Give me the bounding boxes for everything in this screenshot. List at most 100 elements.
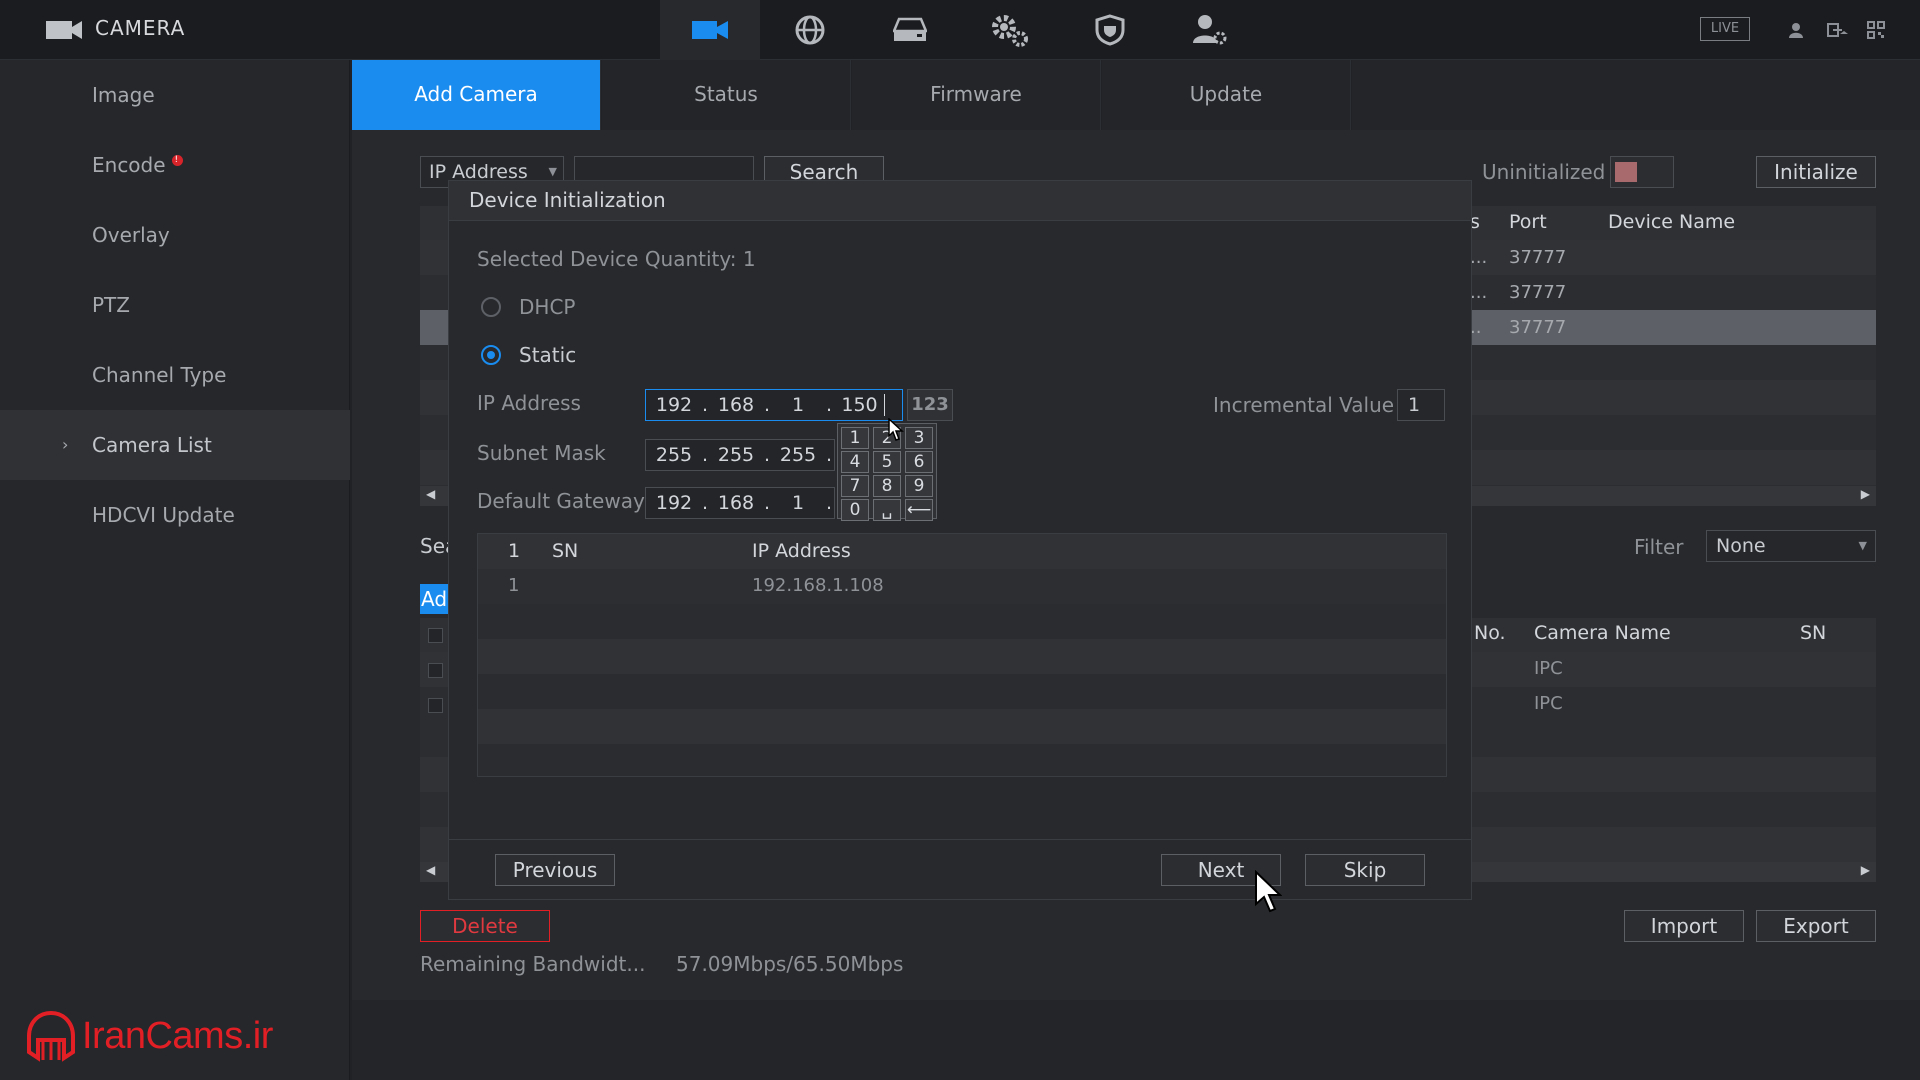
nav-account-icon[interactable] <box>1160 0 1260 60</box>
sidebar-item-channel-type[interactable]: Channel Type <box>0 340 350 410</box>
mouse-cursor-icon <box>1255 870 1282 913</box>
import-button[interactable]: Import <box>1624 910 1744 942</box>
cell-index: 1 <box>508 575 520 596</box>
nav-security-icon[interactable] <box>1060 0 1160 60</box>
table-row[interactable] <box>478 569 1446 604</box>
add-button[interactable]: Ad <box>420 584 450 614</box>
table-row <box>478 709 1446 744</box>
default-gateway-input[interactable]: 192. 168. 1. <box>645 487 835 519</box>
uninitialized-toggle[interactable] <box>1610 156 1674 188</box>
column-header-camera-name: Camera Name <box>1534 622 1671 644</box>
brand-helmet-icon <box>27 1010 75 1062</box>
tab-status[interactable]: Status <box>602 60 851 130</box>
column-header-device-name: Device Name <box>1608 211 1736 233</box>
initialize-button[interactable]: Initialize <box>1756 156 1876 188</box>
sidebar-item-overlay[interactable]: Overlay <box>0 200 350 270</box>
mouse-cursor-icon <box>888 418 904 441</box>
device-initialization-dialog: Device Initialization Selected Device Qu… <box>448 180 1472 900</box>
dialog-title: Device Initialization <box>449 181 1471 221</box>
incremental-value-input[interactable]: 1 <box>1397 389 1445 421</box>
filter-value: None <box>1716 535 1766 557</box>
key-8[interactable]: 8 <box>873 475 901 497</box>
tab-update[interactable]: Update <box>1102 60 1351 130</box>
sidebar: Image Encode Overlay PTZ Channel Type › C… <box>0 60 350 1080</box>
backspace-key-icon[interactable]: ⟵ <box>905 499 933 521</box>
dhcp-radio[interactable] <box>481 297 501 317</box>
column-header-ip-address: IP Address <box>752 540 851 562</box>
uninitialized-label: Uninitialized <box>1482 160 1606 184</box>
selected-quantity: Selected Device Quantity: 1 <box>477 247 756 271</box>
nav-storage-icon[interactable] <box>860 0 960 60</box>
bottom-strip <box>352 1000 1920 1080</box>
cell-port: 37777 <box>1509 247 1567 268</box>
key-5[interactable]: 5 <box>873 451 901 473</box>
nav-network-icon[interactable] <box>760 0 860 60</box>
scroll-left-icon[interactable]: ◀ <box>426 863 435 877</box>
cell-truncated: ... <box>1470 282 1488 303</box>
incremental-value-label: Incremental Value <box>1213 393 1395 417</box>
key-4[interactable]: 4 <box>841 451 869 473</box>
selected-table-header <box>478 534 1446 569</box>
table-row <box>478 639 1446 674</box>
bandwidth-label: Remaining Bandwidt... <box>420 952 646 976</box>
subnet-octet-3: 255 <box>779 444 817 466</box>
tab-add-camera[interactable]: Add Camera <box>352 60 601 130</box>
selected-device-table: 1 SN IP Address 1 192.168.1.108 <box>477 533 1447 777</box>
static-radio[interactable] <box>481 345 501 365</box>
previous-button[interactable]: Previous <box>495 854 615 886</box>
user-icon[interactable] <box>1784 18 1808 42</box>
sidebar-item-label: HDCVI Update <box>92 503 235 527</box>
ip-octet-1: 192 <box>655 394 693 416</box>
row-checkbox[interactable] <box>428 663 443 678</box>
subnet-mask-input[interactable]: 255. 255. 255. <box>645 439 835 471</box>
space-key-icon[interactable]: ␣ <box>873 499 901 521</box>
camera-logo-icon <box>46 21 82 39</box>
ip-address-input[interactable]: 192. 168. 1. 150 <box>645 389 903 421</box>
nav-settings-icon[interactable] <box>960 0 1060 60</box>
key-9[interactable]: 9 <box>905 475 933 497</box>
qr-code-icon[interactable] <box>1864 18 1888 42</box>
tab-firmware[interactable]: Firmware <box>852 60 1101 130</box>
row-checkbox[interactable] <box>428 698 443 713</box>
ip-octet-3: 1 <box>791 394 805 416</box>
subnet-mask-label: Subnet Mask <box>477 441 606 465</box>
key-1[interactable]: 1 <box>841 427 869 449</box>
dhcp-label: DHCP <box>519 295 576 319</box>
alert-icon <box>171 155 183 166</box>
chevron-right-icon: › <box>62 435 69 454</box>
filter-select[interactable]: None ▼ <box>1706 530 1876 562</box>
sidebar-item-camera-list[interactable]: › Camera List <box>0 410 350 480</box>
key-0[interactable]: 0 <box>841 499 869 521</box>
scroll-right-icon[interactable]: ▶ <box>1861 487 1870 501</box>
sidebar-item-encode[interactable]: Encode <box>0 130 350 200</box>
nav-camera-icon[interactable] <box>660 0 760 60</box>
select-all-checkbox[interactable] <box>428 628 443 643</box>
tab-bar-filler <box>1352 60 1920 130</box>
column-header-port: Port <box>1509 211 1547 233</box>
sidebar-item-image[interactable]: Image <box>0 60 350 130</box>
cell-camera-name: IPC <box>1534 693 1563 714</box>
key-6[interactable]: 6 <box>905 451 933 473</box>
numeric-keypad: 1 2 3 4 5 6 7 8 9 0 ␣ ⟵ <box>837 423 937 521</box>
input-mode-toggle[interactable]: 123 <box>907 389 953 421</box>
skip-button[interactable]: Skip <box>1305 854 1425 886</box>
scroll-right-icon[interactable]: ▶ <box>1861 863 1870 877</box>
column-header-no: No. <box>1474 622 1506 644</box>
column-header-sn: SN <box>1800 622 1827 644</box>
app-title: CAMERA <box>95 16 186 40</box>
sidebar-item-label: Image <box>92 83 155 107</box>
live-button[interactable]: LIVE <box>1700 17 1750 41</box>
cell-port: 37777 <box>1509 282 1567 303</box>
static-label: Static <box>519 343 577 367</box>
gateway-octet-3: 1 <box>791 492 805 514</box>
delete-button[interactable]: Delete <box>420 910 550 942</box>
logout-icon[interactable] <box>1826 18 1850 42</box>
sidebar-item-ptz[interactable]: PTZ <box>0 270 350 340</box>
export-button[interactable]: Export <box>1756 910 1876 942</box>
key-3[interactable]: 3 <box>905 427 933 449</box>
brand-logo: IranCams.ir <box>26 1008 273 1064</box>
key-7[interactable]: 7 <box>841 475 869 497</box>
sidebar-item-hdcvi-update[interactable]: HDCVI Update <box>0 480 350 550</box>
ip-octet-4: 150 <box>835 394 885 416</box>
scroll-left-icon[interactable]: ◀ <box>426 487 435 501</box>
